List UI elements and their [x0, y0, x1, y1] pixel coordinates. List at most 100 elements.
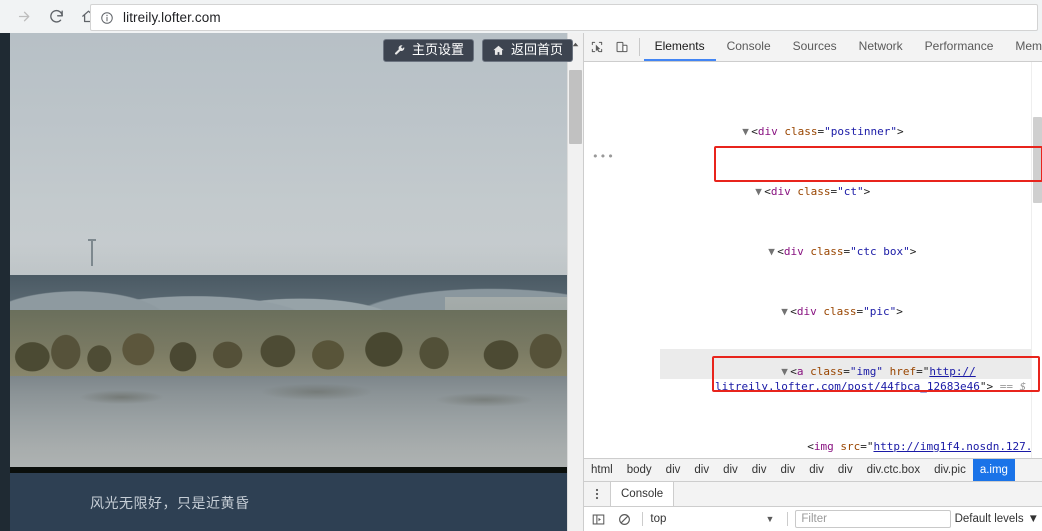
log-levels-label: Default levels [954, 513, 1024, 525]
tree-node-ct[interactable]: ▼ <div class="ct"> [660, 169, 1042, 198]
more-options-icon[interactable] [584, 482, 610, 506]
home-settings-button[interactable]: 主页设置 [382, 39, 474, 62]
toolbar-divider [638, 38, 640, 56]
tree-attr: class [823, 305, 857, 318]
tree-link[interactable]: litreily.lofter.com/post/44fbca_12683e46 [715, 380, 980, 393]
tree-node-a-img-selected[interactable]: ▼ <a class="img" href="http://litreily.lo… [660, 349, 1042, 393]
clear-console-icon[interactable] [614, 513, 636, 526]
console-filter-input[interactable]: Filter [795, 510, 951, 528]
forward-arrow-icon[interactable] [10, 3, 38, 31]
chevron-down-icon: ▼ [1027, 513, 1039, 525]
photo-bottom-edge [10, 467, 568, 473]
log-levels-selector[interactable]: Default levels ▼ [955, 513, 1039, 525]
scroll-down-arrow-icon[interactable] [1033, 447, 1042, 456]
tree-tag: div [796, 305, 817, 318]
breadcrumb-item-div-2[interactable]: div [687, 459, 716, 481]
tree-tag: div [770, 185, 791, 198]
post-photo[interactable] [10, 33, 568, 473]
disclosure-triangle-icon[interactable]: ▼ [768, 244, 777, 259]
wrench-icon [393, 44, 406, 57]
execution-context-selector[interactable]: top ▼ [650, 513, 780, 525]
console-sidebar-icon[interactable] [588, 513, 610, 526]
address-bar-url: litreily.lofter.com [123, 10, 221, 25]
breadcrumb-item-div-6[interactable]: div [802, 459, 831, 481]
tree-value: "ctc box" [850, 245, 910, 258]
tree-tag: div [783, 245, 804, 258]
address-bar[interactable]: litreily.lofter.com [90, 4, 1038, 31]
tab-sources[interactable]: Sources [782, 33, 848, 61]
tab-memory[interactable]: Memory [1004, 33, 1042, 61]
tree-attr: class [784, 125, 818, 138]
breadcrumb-item-div-7[interactable]: div [831, 459, 860, 481]
tree-value: "img" [849, 365, 883, 378]
breadcrumb-item-div-pic[interactable]: div.pic [927, 459, 973, 481]
console-toolbar-divider [642, 512, 644, 526]
reload-icon[interactable] [42, 3, 70, 31]
tree-node-pic[interactable]: ▼ <div class="pic"> [660, 289, 1042, 318]
drawer-tab-console[interactable]: Console [610, 482, 675, 506]
breadcrumb-item-div-1[interactable]: div [659, 459, 688, 481]
tree-tag: div [757, 125, 778, 138]
photo-water-reflection [10, 376, 568, 429]
home-icon [492, 44, 505, 57]
tab-elements[interactable]: Elements [643, 33, 716, 61]
devtools-tabs: Elements Console Sources Network Perform… [643, 33, 1042, 61]
tree-attr: class [810, 245, 844, 258]
tree-link[interactable]: http:// [929, 365, 975, 378]
scroll-up-arrow-icon[interactable] [1033, 64, 1042, 73]
breadcrumb-item-ctc-box[interactable]: div.ctc.box [860, 459, 927, 481]
tree-attr: src [840, 440, 861, 453]
post-card: 风光无限好，只是近黄昏 2018-03-08 [10, 33, 568, 531]
tree-value: "postinner" [824, 125, 897, 138]
devtools-panel: Elements Console Sources Network Perform… [583, 33, 1042, 531]
back-to-home-label: 返回首页 [510, 43, 563, 58]
tree-node-postinner[interactable]: ▼ <div class="postinner"> [660, 109, 1042, 138]
breadcrumb-item-div-5[interactable]: div [773, 459, 802, 481]
dom-tree[interactable]: ▼ <div class="postinner"> ▼ <div class="ct… [660, 62, 1042, 458]
chevron-down-icon: ▼ [765, 514, 775, 524]
page-scrollbar[interactable] [567, 33, 583, 531]
home-settings-label: 主页设置 [411, 43, 464, 58]
breadcrumb: html body div div div div div div div di… [584, 458, 1042, 481]
execution-context-label: top [650, 513, 667, 525]
console-filter-placeholder: Filter [801, 513, 827, 525]
disclosure-triangle-icon[interactable]: ▼ [742, 124, 751, 139]
tree-attr: href [889, 365, 917, 378]
tree-value: "pic" [863, 305, 897, 318]
selected-node-marker: == $ [999, 380, 1027, 393]
browser-window: litreily.lofter.com 风光无限好，只是近黄昏 主页设置 返回首… [0, 0, 1042, 531]
breadcrumb-item-div-4[interactable]: div [745, 459, 774, 481]
breadcrumb-item-html[interactable]: html [584, 459, 620, 481]
tab-performance[interactable]: Performance [914, 33, 1005, 61]
dom-tree-container: ••• ▼ <div class="postinner"> ▼ <div class… [584, 62, 1042, 458]
tree-node-img[interactable]: <img src="http://img1f4.nosdn.127.net/im… [660, 424, 1042, 453]
post-caption: 风光无限好，只是近黄昏 [90, 496, 250, 512]
dom-tree-gutter: ••• [584, 62, 660, 458]
breadcrumb-item-body[interactable]: body [620, 459, 659, 481]
page-scrollbar-thumb[interactable] [569, 70, 582, 144]
inspect-element-icon[interactable] [584, 33, 609, 61]
device-toolbar-icon[interactable] [609, 33, 634, 61]
photo-tower [87, 238, 96, 266]
disclosure-triangle-icon[interactable]: ▼ [781, 364, 790, 379]
tab-console[interactable]: Console [716, 33, 782, 61]
dom-tree-scrollbar-thumb[interactable] [1033, 117, 1042, 203]
gutter-overflow-marker[interactable]: ••• [592, 150, 615, 163]
tree-attr: class [810, 365, 844, 378]
disclosure-triangle-icon[interactable]: ▼ [755, 184, 764, 199]
back-to-home-button[interactable]: 返回首页 [481, 39, 573, 62]
tab-network[interactable]: Network [848, 33, 914, 61]
devtools-toolbar: Elements Console Sources Network Perform… [584, 33, 1042, 62]
breadcrumb-item-div-3[interactable]: div [716, 459, 745, 481]
tree-node-ctc-box[interactable]: ▼ <div class="ctc box"> [660, 229, 1042, 258]
page-info-icon[interactable] [100, 11, 114, 25]
disclosure-triangle-icon[interactable]: ▼ [781, 304, 790, 319]
tree-link[interactable]: http://img1f4.nosdn.127.net/img/ [873, 440, 1042, 453]
browser-toolbar: litreily.lofter.com [0, 0, 1042, 34]
page-viewport: 风光无限好，只是近黄昏 2018-03-08 主页设置 返回首页 [0, 33, 583, 531]
breadcrumb-item-a-img[interactable]: a.img [972, 459, 1015, 481]
dom-tree-scrollbar[interactable] [1031, 62, 1042, 458]
tree-attr: class [797, 185, 831, 198]
console-toolbar: top ▼ Filter Default levels ▼ [584, 506, 1042, 531]
page-action-buttons: 主页设置 返回首页 [382, 39, 573, 62]
